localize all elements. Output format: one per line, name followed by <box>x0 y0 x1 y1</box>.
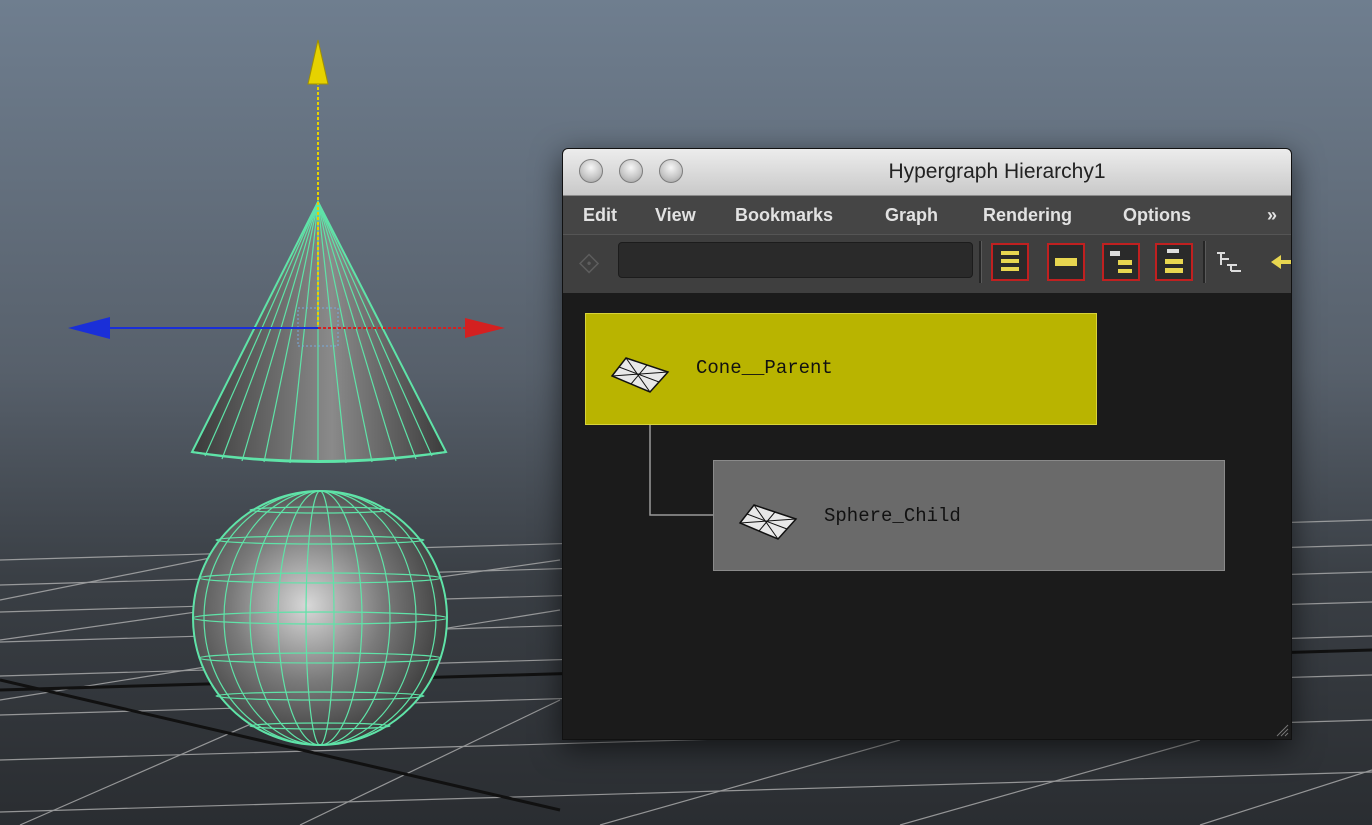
polygon-mesh-icon <box>738 501 798 546</box>
menu-bar: Edit View Bookmarks Graph Rendering Opti… <box>563 196 1291 234</box>
x-axis-arrow-icon[interactable] <box>465 318 505 338</box>
menu-view[interactable]: View <box>655 196 696 234</box>
search-input[interactable] <box>618 242 973 278</box>
sphere-object[interactable] <box>192 490 448 746</box>
cone-object[interactable] <box>190 199 448 464</box>
scene-hierarchy-icon[interactable] <box>1215 249 1243 277</box>
frame-branch-icon[interactable] <box>1155 243 1193 281</box>
toolbar-separator <box>979 241 982 283</box>
polygon-mesh-icon <box>610 354 670 399</box>
select-tool-icon[interactable]: ⟐ <box>571 245 607 283</box>
z-axis-arrow-icon[interactable] <box>68 317 110 339</box>
node-label: Cone__Parent <box>696 357 833 379</box>
node-cone-parent[interactable]: Cone__Parent <box>585 313 1097 425</box>
hypergraph-window[interactable]: Hypergraph Hierarchy1 Edit View Bookmark… <box>562 148 1292 740</box>
window-title: Hypergraph Hierarchy1 <box>888 160 1106 183</box>
y-axis-arrow-icon[interactable] <box>307 39 329 85</box>
menu-edit[interactable]: Edit <box>583 196 617 234</box>
menu-overflow-icon[interactable]: » <box>1267 196 1277 234</box>
frame-selection-icon[interactable] <box>1047 243 1085 281</box>
node-label: Sphere_Child <box>824 505 961 527</box>
frame-all-icon[interactable] <box>991 243 1029 281</box>
menu-rendering[interactable]: Rendering <box>983 196 1072 234</box>
toolbar-separator <box>1203 241 1206 283</box>
frame-hierarchy-icon[interactable] <box>1102 243 1140 281</box>
toolbar: ⟐ <box>563 234 1291 294</box>
title-bar[interactable]: Hypergraph Hierarchy1 <box>563 149 1291 196</box>
menu-options[interactable]: Options <box>1123 196 1191 234</box>
resize-grip-icon[interactable] <box>1273 721 1289 737</box>
node-sphere-child[interactable]: Sphere_Child <box>713 460 1225 571</box>
graph-editor-area[interactable]: Cone__Parent Sphere_Child <box>563 293 1291 739</box>
menu-bookmarks[interactable]: Bookmarks <box>735 196 833 234</box>
menu-graph[interactable]: Graph <box>885 196 938 234</box>
input-output-icon[interactable] <box>1267 255 1291 269</box>
